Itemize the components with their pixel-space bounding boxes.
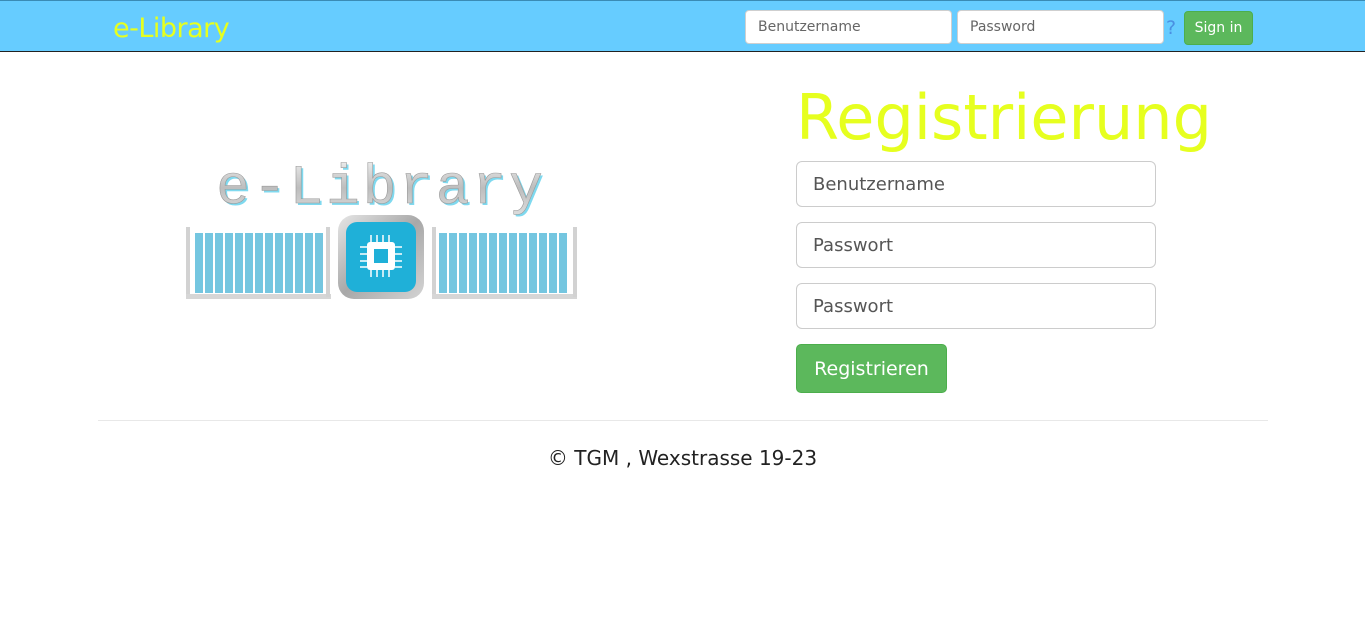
sign-in-button[interactable]: Sign in <box>1184 11 1253 45</box>
help-icon[interactable]: ? <box>1166 15 1176 41</box>
footer-divider <box>98 420 1268 421</box>
register-password-confirm-input[interactable] <box>796 283 1156 329</box>
register-button[interactable]: Registrieren <box>796 344 947 393</box>
chip-icon <box>338 215 424 299</box>
navbar-password-input[interactable] <box>957 10 1164 44</box>
registration-title: Registrierung <box>796 81 1212 154</box>
e-library-logo: e-Library e-Library <box>186 157 577 299</box>
navbar-username-input[interactable] <box>745 10 952 44</box>
logo-text: e-Library <box>216 157 545 220</box>
right-shelf <box>432 227 577 299</box>
left-shelf <box>186 227 331 299</box>
top-navbar: e-Library ? Sign in <box>0 0 1365 52</box>
register-password-input[interactable] <box>796 222 1156 268</box>
register-username-input[interactable] <box>796 161 1156 207</box>
brand-link[interactable]: e-Library <box>113 11 230 47</box>
footer-text: © TGM , Wexstrasse 19-23 <box>547 446 818 470</box>
